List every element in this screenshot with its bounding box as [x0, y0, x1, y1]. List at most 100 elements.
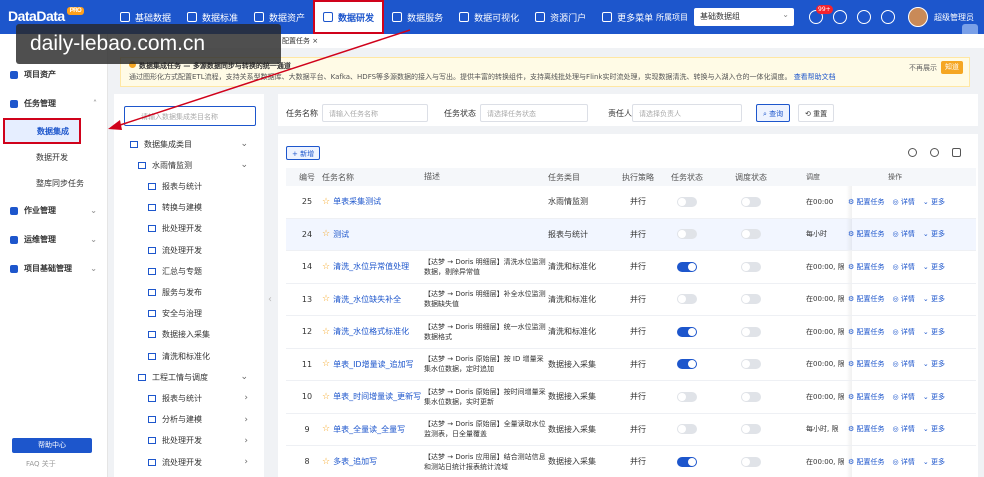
row-task-name[interactable]: ☆ 单表_ID增量读_追加写: [322, 349, 422, 381]
table-row[interactable]: 25 ☆ 单表采集测试 水雨情监测 并行 在00:00 ⚙ 配置任务 ◎ 详情 ⌄ 更多: [286, 186, 976, 219]
tree-node[interactable]: 服务与发布: [148, 282, 248, 302]
detail-link[interactable]: ◎ 详情: [893, 327, 915, 337]
more-link[interactable]: ⌄ 更多: [923, 457, 945, 467]
tree-node[interactable]: 数据接入采集: [148, 325, 248, 345]
star-icon[interactable]: ☆: [322, 424, 330, 434]
tree-node[interactable]: 工程工情与调度 ⌄: [138, 367, 248, 387]
fullscreen-icon[interactable]: [881, 10, 895, 24]
avatar[interactable]: [908, 7, 928, 27]
user-name[interactable]: 超级管理员: [934, 12, 974, 23]
detail-link[interactable]: ◎ 详情: [893, 424, 915, 434]
sidebar-sub-data-dev[interactable]: 数据开发: [0, 144, 107, 170]
tree-node[interactable]: 水雨情监测 ⌄: [138, 155, 248, 175]
config-task-link[interactable]: ⚙ 配置任务: [848, 294, 885, 304]
chevron-icon[interactable]: ⌄: [240, 139, 248, 149]
refresh-icon[interactable]: [930, 148, 939, 157]
chevron-icon[interactable]: ⌄: [240, 372, 248, 382]
star-icon[interactable]: ☆: [322, 262, 330, 272]
task-status-toggle[interactable]: [677, 229, 697, 240]
schedule-status-toggle[interactable]: [741, 196, 761, 207]
more-link[interactable]: ⌄ 更多: [923, 262, 945, 272]
star-icon[interactable]: ☆: [322, 392, 330, 402]
sidebar-footer[interactable]: FAQ 关于: [26, 459, 56, 469]
schedule-status-toggle[interactable]: [741, 229, 761, 240]
more-link[interactable]: ⌄ 更多: [923, 359, 945, 369]
panel-splitter[interactable]: ‹: [264, 94, 278, 477]
row-task-name[interactable]: ☆ 清洗_水位格式标准化: [322, 316, 422, 348]
row-task-name[interactable]: ☆ 单表_时间增量读_更新写: [322, 381, 422, 413]
tree-node[interactable]: 数据集成类目 ⌄: [130, 134, 248, 154]
add-task-button[interactable]: + 新增: [286, 146, 321, 160]
search-icon[interactable]: [857, 10, 871, 24]
tree-node[interactable]: 清洗和标准化: [148, 346, 248, 366]
tree-node[interactable]: 汇总与专题›: [148, 473, 248, 477]
task-status-toggle[interactable]: [677, 326, 697, 337]
got-it-button[interactable]: 知道: [941, 61, 963, 74]
help-center-button[interactable]: 帮助中心: [12, 438, 92, 453]
search-button[interactable]: ⌕ 查询: [756, 104, 791, 122]
row-task-name[interactable]: ☆ 清洗_水位异常值处理: [322, 251, 422, 283]
chevron-icon[interactable]: ›: [244, 457, 248, 467]
task-name-input[interactable]: 请输入任务名称: [322, 104, 428, 122]
topnav-item-7[interactable]: 更多菜单: [594, 0, 661, 34]
tree-search-input[interactable]: 请输入数据集成类目名称: [124, 106, 256, 126]
sidebar-item-job-mgmt[interactable]: 作业管理 ⌄: [0, 196, 107, 225]
row-task-name[interactable]: ☆ 单表采集测试: [322, 186, 422, 218]
detail-link[interactable]: ◎ 详情: [893, 359, 915, 369]
schedule-status-toggle[interactable]: [741, 294, 761, 305]
tree-node[interactable]: 流处理开发: [148, 240, 248, 260]
star-icon[interactable]: ☆: [322, 229, 330, 239]
project-select[interactable]: 基础数据组 ⌄: [694, 8, 794, 26]
tree-node[interactable]: 批处理开发 ›: [148, 431, 248, 451]
task-status-toggle[interactable]: [677, 424, 697, 435]
config-task-link[interactable]: ⚙ 配置任务: [848, 392, 885, 402]
detail-link[interactable]: ◎ 详情: [893, 229, 915, 239]
task-status-toggle[interactable]: [677, 294, 697, 305]
chevron-icon[interactable]: ›: [244, 393, 248, 403]
task-status-toggle[interactable]: [677, 456, 697, 467]
chevron-icon[interactable]: ›: [244, 415, 248, 425]
config-task-link[interactable]: ⚙ 配置任务: [848, 457, 885, 467]
task-status-toggle[interactable]: [677, 391, 697, 402]
chevron-icon[interactable]: ⌄: [240, 160, 248, 170]
tree-node[interactable]: 流处理开发 ›: [148, 452, 248, 472]
tree-node[interactable]: 分析与建模 ›: [148, 410, 248, 430]
row-task-name[interactable]: ☆ 单表_全量读_全量写: [322, 414, 422, 446]
tree-node[interactable]: 转换与建模: [148, 198, 248, 218]
config-task-link[interactable]: ⚙ 配置任务: [848, 424, 885, 434]
star-icon[interactable]: ☆: [322, 457, 330, 467]
schedule-status-toggle[interactable]: [741, 424, 761, 435]
row-task-name[interactable]: ☆ 清洗_水位缺失补全: [322, 284, 422, 316]
table-row[interactable]: 11 ☆ 单表_ID增量读_追加写 【达梦 → Doris 原始层】按 ID 增量采集…: [286, 348, 976, 381]
no-more-show-button[interactable]: 不再展示: [909, 63, 937, 74]
header-id[interactable]: 编号: [292, 168, 322, 186]
config-task-link[interactable]: ⚙ 配置任务: [848, 229, 885, 239]
tree-node[interactable]: 汇总与专题: [148, 261, 248, 281]
config-task-link[interactable]: ⚙ 配置任务: [848, 327, 885, 337]
search-icon[interactable]: [908, 148, 917, 157]
star-icon[interactable]: ☆: [322, 197, 330, 207]
chevron-icon[interactable]: ›: [244, 436, 248, 446]
table-row[interactable]: 10 ☆ 单表_时间增量读_更新写 【达梦 → Doris 原始层】按时间增量采集水位…: [286, 381, 976, 414]
more-link[interactable]: ⌄ 更多: [923, 392, 945, 402]
task-status-toggle[interactable]: [677, 196, 697, 207]
schedule-status-toggle[interactable]: [741, 261, 761, 272]
schedule-status-toggle[interactable]: [741, 359, 761, 370]
sidebar-sub-full-sync[interactable]: 整库同步任务: [0, 170, 107, 196]
task-status-select[interactable]: 请选择任务状态: [480, 104, 588, 122]
tab-config-task[interactable]: 配置任务 ×: [278, 34, 322, 48]
detail-link[interactable]: ◎ 详情: [893, 262, 915, 272]
config-task-link[interactable]: ⚙ 配置任务: [848, 262, 885, 272]
owner-select[interactable]: 请选择负责人: [632, 104, 742, 122]
sidebar-item-task-mgmt[interactable]: 任务管理 ˄: [0, 89, 107, 118]
topnav-item-4[interactable]: 数据服务: [384, 0, 451, 34]
help-doc-link[interactable]: 查看帮助文档: [794, 73, 836, 81]
more-link[interactable]: ⌄ 更多: [923, 197, 945, 207]
detail-link[interactable]: ◎ 详情: [893, 294, 915, 304]
table-row[interactable]: 13 ☆ 清洗_水位缺失补全 【达梦 → Doris 明细层】补全水位监测数据缺失值清…: [286, 283, 976, 316]
table-row[interactable]: 8 ☆ 多表_追加写 【达梦 → Doris 应用层】结合测站信息和测站日统计报表统计…: [286, 446, 976, 477]
bell-icon[interactable]: 99+: [809, 5, 833, 24]
tree-node[interactable]: 安全与治理: [148, 304, 248, 324]
config-task-link[interactable]: ⚙ 配置任务: [848, 359, 885, 369]
schedule-status-toggle[interactable]: [741, 326, 761, 337]
